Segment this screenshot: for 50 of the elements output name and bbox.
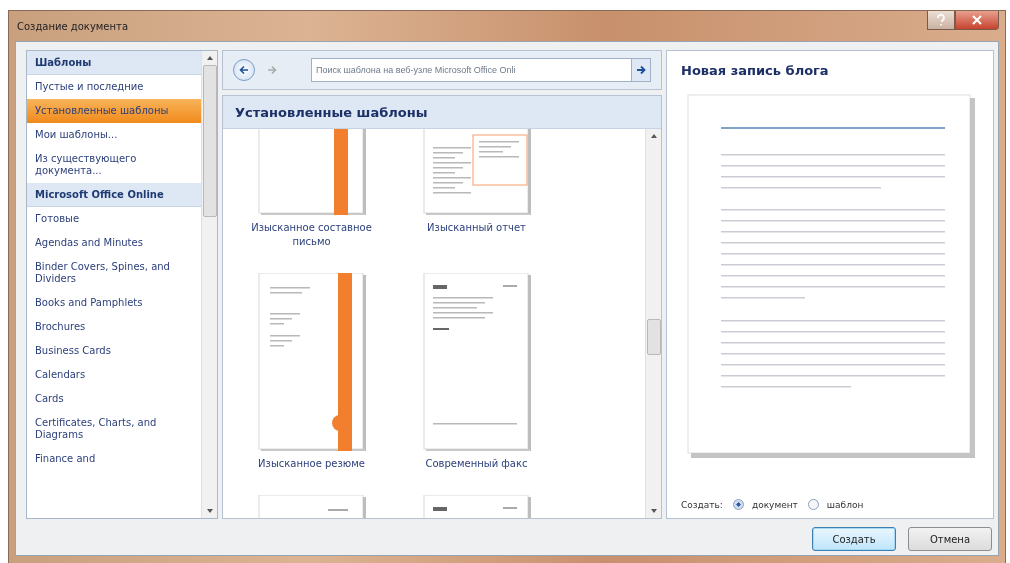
scroll-down-icon[interactable] bbox=[649, 508, 658, 514]
sidebar-item[interactable]: Books and Pamphlets bbox=[27, 291, 201, 315]
help-icon bbox=[936, 14, 946, 26]
sidebar-item[interactable]: Пустые и последние bbox=[27, 75, 201, 99]
sidebar-header: Шаблоны bbox=[27, 51, 201, 75]
scroll-thumb[interactable] bbox=[202, 65, 217, 217]
radio-option[interactable]: документ bbox=[732, 499, 798, 510]
search-go-button[interactable] bbox=[631, 58, 651, 82]
scrollbar[interactable] bbox=[201, 51, 217, 518]
sidebar-item[interactable]: Calendars bbox=[27, 363, 201, 387]
dialog-button[interactable]: Создать bbox=[812, 527, 896, 551]
sidebar-item[interactable]: Finance and bbox=[27, 447, 201, 471]
template-label[interactable]: Изысканный отчет bbox=[401, 221, 552, 235]
template-label[interactable]: Изысканное резюме bbox=[236, 457, 387, 471]
scroll-down-icon[interactable] bbox=[205, 508, 214, 514]
scrollbar[interactable] bbox=[645, 129, 661, 518]
arrow-icon bbox=[636, 65, 646, 75]
back-arrow-icon bbox=[239, 65, 249, 75]
template-label[interactable]: Изысканное составное письмо bbox=[236, 221, 387, 249]
radio-option[interactable]: шаблон bbox=[807, 499, 864, 510]
sidebar-item[interactable]: Certificates, Charts, and Diagrams bbox=[27, 411, 201, 447]
scroll-up-icon[interactable] bbox=[649, 133, 658, 139]
search-field[interactable]: Поиск шаблона на веб-узле Microsoft Office Onli bbox=[311, 58, 631, 82]
sidebar-item[interactable]: Brochures bbox=[27, 315, 201, 339]
sidebar-item[interactable]: Agendas and Minutes bbox=[27, 231, 201, 255]
sidebar-item[interactable]: Binder Covers, Spines, and Dividers bbox=[27, 255, 201, 291]
radio-button[interactable] bbox=[807, 499, 819, 510]
scroll-up-icon[interactable] bbox=[205, 55, 214, 61]
preview-title: Новая запись блога bbox=[681, 63, 830, 78]
template-thumbnail[interactable] bbox=[422, 273, 531, 451]
sidebar-item[interactable]: Business Cards bbox=[27, 339, 201, 363]
help-button[interactable] bbox=[927, 11, 955, 30]
dialog-button[interactable]: Отмена bbox=[908, 527, 992, 551]
radio-button[interactable] bbox=[732, 499, 744, 510]
sidebar-header: Microsoft Office Online bbox=[27, 183, 201, 207]
window-title: Создание документа bbox=[16, 20, 128, 32]
gallery-title: Установленные шаблоны bbox=[223, 96, 661, 129]
template-label[interactable]: Современный факс bbox=[401, 457, 552, 471]
close-button[interactable] bbox=[955, 11, 999, 30]
sidebar-item[interactable]: Установленные шаблоны bbox=[27, 99, 201, 123]
sidebar-item[interactable]: Мои шаблоны... bbox=[27, 123, 201, 147]
close-icon bbox=[972, 15, 982, 25]
sidebar-item[interactable]: Cards bbox=[27, 387, 201, 411]
create-as-label: Создать: bbox=[681, 499, 723, 510]
forward-arrow-icon bbox=[267, 65, 277, 75]
scroll-thumb[interactable] bbox=[646, 319, 661, 355]
sidebar-item[interactable]: Из существующего документа... bbox=[27, 147, 201, 183]
back-button[interactable] bbox=[233, 59, 255, 81]
sidebar-item[interactable]: Готовые bbox=[27, 207, 201, 231]
template-thumbnail[interactable] bbox=[257, 273, 366, 451]
